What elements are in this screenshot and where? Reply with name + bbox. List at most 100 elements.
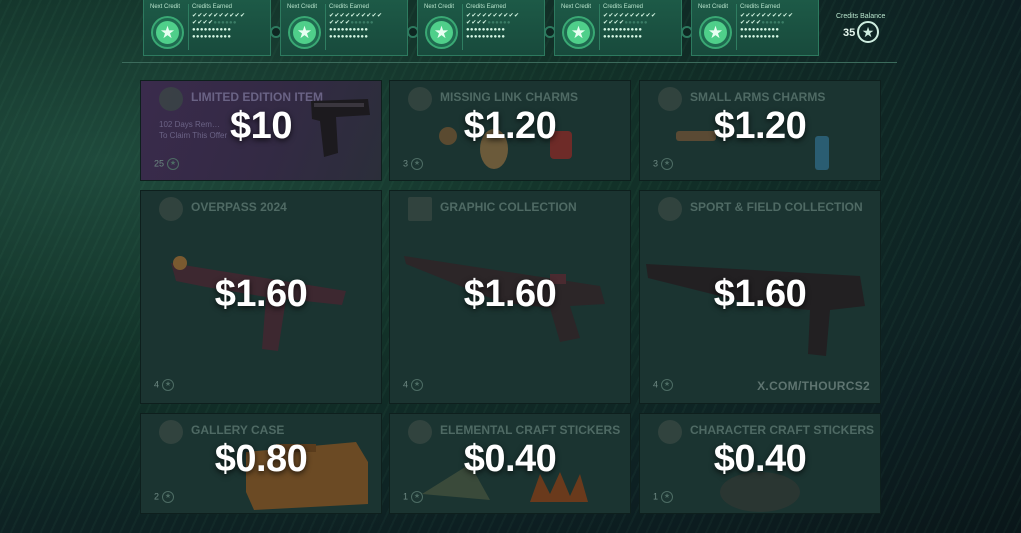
price-overlay: $0.80	[214, 438, 308, 480]
tick-dots: ●●●●●●●●●●	[192, 34, 232, 40]
item-badge-icon	[408, 197, 432, 221]
tick-row: ✔✔✔✔●●●●●●	[603, 20, 677, 27]
credits-earned-label: Credits Earned	[192, 4, 233, 10]
credit-card: Next Credit Credits Earned ★ ✔✔✔✔✔✔✔✔✔✔ …	[417, 0, 545, 56]
price-overlay: $1.20	[713, 105, 807, 147]
item-cost: 4 ★	[403, 379, 424, 391]
star-coin-icon: ★	[162, 379, 175, 391]
credit-ticks: ✔✔✔✔✔✔✔✔✔✔ ✔✔✔✔●●●●●● ●●●●●●●●●● ●●●●●●●…	[192, 13, 266, 41]
item-cost-value: 1	[653, 491, 659, 502]
item-cost-value: 4	[403, 379, 409, 390]
credit-ticks: ✔✔✔✔✔✔✔✔✔✔ ✔✔✔✔●●●●●● ●●●●●●●●●● ●●●●●●●…	[466, 13, 540, 41]
star-coin-icon: ★	[661, 379, 674, 391]
item-title: Overpass 2024	[191, 200, 287, 214]
star-coin-icon: ★	[411, 379, 424, 391]
item-cost: 1 ★	[403, 491, 424, 503]
tick-row: ✔✔✔✔✔✔✔✔✔✔	[192, 13, 246, 19]
price-overlay: $10	[230, 105, 292, 147]
store-item-missing-link-charms[interactable]: Missing Link Charms 3 ★ $1.20	[389, 80, 631, 181]
store-item-small-arms-charms[interactable]: Small Arms Charms 3 ★ $1.20	[639, 80, 881, 181]
star-coin-icon: ★	[153, 18, 182, 47]
tick-row: ✔✔✔✔✔✔✔✔✔✔	[603, 13, 657, 19]
tick-dots: ●●●●●●●●●●	[466, 34, 506, 40]
tick-dots: ●●●●●●	[624, 20, 648, 26]
item-title: Character Craft Stickers	[690, 423, 874, 437]
tick-dots: ●●●●●●	[487, 20, 511, 26]
star-coin-icon: ★	[290, 18, 319, 47]
price-overlay: $0.40	[463, 438, 557, 480]
item-cost: 4 ★	[154, 379, 175, 391]
item-title: Elemental Craft Stickers	[440, 423, 621, 437]
credit-ticks: ✔✔✔✔✔✔✔✔✔✔ ✔✔✔✔●●●●●● ●●●●●●●●●● ●●●●●●●…	[603, 13, 677, 41]
credit-progress-bar: Next Credit Credits Earned ★ ✔✔✔✔✔✔✔✔✔✔ …	[135, 0, 895, 58]
tick-marks: ✔✔✔✔	[603, 20, 625, 26]
tick-dots: ●●●●●●	[761, 20, 785, 26]
item-cost: 4 ★	[653, 379, 674, 391]
item-cost: 3 ★	[403, 158, 424, 170]
star-coin-icon: ★	[411, 491, 424, 503]
item-cost-value: 4	[154, 379, 160, 390]
credits-balance-label: Credits Balance	[836, 13, 886, 20]
tick-row: ✔✔✔✔✔✔✔✔✔✔	[466, 13, 520, 19]
tick-marks: ✔✔✔✔	[192, 20, 214, 26]
store-item-character-craft-stickers[interactable]: Character Craft Stickers 1 ★ $0.40	[639, 413, 881, 514]
item-cost-value: 2	[154, 491, 160, 502]
item-cost-value: 4	[653, 379, 659, 390]
credits-balance-value: 35	[843, 27, 856, 39]
credits-earned-label: Credits Earned	[603, 4, 644, 10]
tick-marks: ✔✔✔✔	[329, 20, 351, 26]
tick-dots: ●●●●●●●●●●	[603, 27, 643, 33]
credit-card: Next Credit Credits Earned ★ ✔✔✔✔✔✔✔✔✔✔ …	[554, 0, 682, 56]
store-item-overpass-2024[interactable]: Overpass 2024 4 ★ $1.60	[140, 190, 382, 404]
star-coin-icon: ★	[661, 491, 674, 503]
star-coin-icon: ★	[564, 18, 593, 47]
credit-ticks: ✔✔✔✔✔✔✔✔✔✔ ✔✔✔✔●●●●●● ●●●●●●●●●● ●●●●●●●…	[329, 13, 403, 41]
card-divider	[325, 4, 326, 50]
price-overlay: $1.20	[463, 105, 557, 147]
card-divider	[462, 4, 463, 50]
item-title: Graphic Collection	[440, 200, 577, 214]
price-overlay: $0.40	[713, 438, 807, 480]
tick-dots: ●●●●●●	[213, 20, 237, 26]
tick-marks: ✔✔✔✔	[740, 20, 762, 26]
store-item-graphic-collection[interactable]: Graphic Collection 4 ★ $1.60	[389, 190, 631, 404]
item-title: Limited Edition Item	[191, 90, 323, 104]
item-cost-value: 3	[653, 158, 659, 169]
tick-dots: ●●●●●●●●●●	[466, 27, 506, 33]
tick-row: ✔✔✔✔●●●●●●	[466, 20, 540, 27]
star-coin-icon: ★	[857, 21, 879, 43]
store-item-limited-edition[interactable]: Limited Edition Item 102 Days Rem… To Cl…	[140, 80, 382, 181]
tick-dots: ●●●●●●●●●●	[603, 34, 643, 40]
credit-card: Next Credit Credits Earned ★ ✔✔✔✔✔✔✔✔✔✔ …	[691, 0, 819, 56]
item-cost-value: 1	[403, 491, 409, 502]
price-overlay: $1.60	[463, 273, 557, 315]
item-cost: 2 ★	[154, 491, 175, 503]
store-item-elemental-craft-stickers[interactable]: Elemental Craft Stickers 1 ★ $0.40	[389, 413, 631, 514]
star-coin-icon: ★	[427, 18, 456, 47]
card-divider	[188, 4, 189, 50]
credits-earned-label: Credits Earned	[329, 4, 370, 10]
credit-card: Next Credit Credits Earned ★ ✔✔✔✔✔✔✔✔✔✔ …	[280, 0, 408, 56]
store-item-gallery-case[interactable]: Gallery Case 2 ★ $0.80	[140, 413, 382, 514]
credits-earned-label: Credits Earned	[740, 4, 781, 10]
star-coin-icon: ★	[162, 491, 175, 503]
item-cost-value: 25	[154, 158, 165, 169]
tick-row: ✔✔✔✔●●●●●●	[329, 20, 403, 27]
tick-dots: ●●●●●●●●●●	[740, 27, 780, 33]
tick-dots: ●●●●●●●●●●	[740, 34, 780, 40]
tick-dots: ●●●●●●●●●●	[192, 27, 232, 33]
item-cost: 3 ★	[653, 158, 674, 170]
next-credit-label: Next Credit	[150, 4, 181, 10]
star-coin-icon: ★	[411, 158, 424, 170]
store-item-sport-field-collection[interactable]: Sport & Field Collection 4 ★ $1.60 X.COM/…	[639, 190, 881, 404]
item-cost-value: 3	[403, 158, 409, 169]
tick-row: ✔✔✔✔✔✔✔✔✔✔	[740, 13, 794, 19]
tick-row: ✔✔✔✔●●●●●●	[740, 20, 814, 27]
tick-marks: ✔✔✔✔	[466, 20, 488, 26]
credit-ticks: ✔✔✔✔✔✔✔✔✔✔ ✔✔✔✔●●●●●● ●●●●●●●●●● ●●●●●●●…	[740, 13, 814, 41]
star-coin-icon: ★	[167, 158, 180, 170]
tick-row: ✔✔✔✔●●●●●●	[192, 20, 266, 27]
item-cost: 25 ★	[154, 158, 180, 170]
card-divider	[599, 4, 600, 50]
tick-dots: ●●●●●●●●●●	[329, 34, 369, 40]
